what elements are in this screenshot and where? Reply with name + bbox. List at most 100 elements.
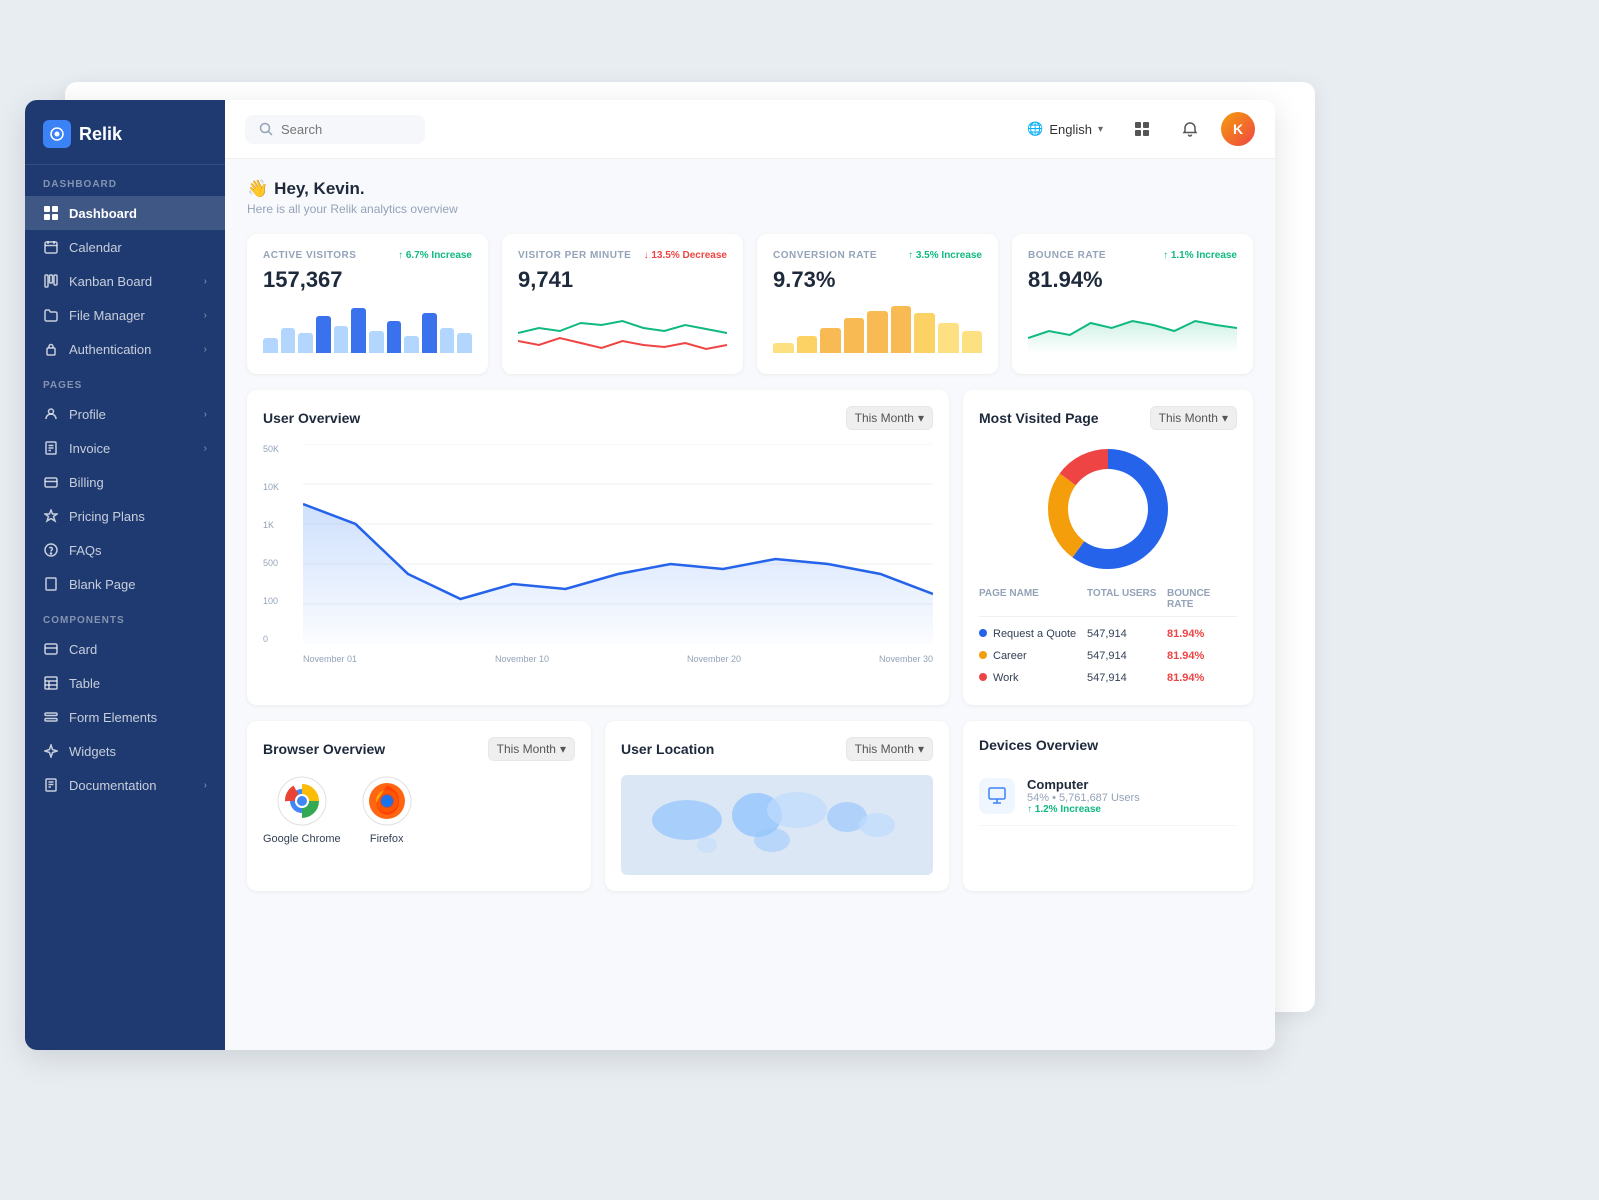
devices-overview-title: Devices Overview [979,737,1098,753]
sidebar-item-filemanager-label: File Manager [69,308,145,323]
sidebar-item-faqs[interactable]: FAQs [25,533,225,567]
firefox-label: Firefox [370,833,404,845]
sidebar-item-widgets-label: Widgets [69,744,116,759]
scroll-content: 👋 Hey, Kevin. Here is all your Relik ana… [225,159,1275,1050]
browser-icons: Google Chrome [263,775,575,845]
sidebar-item-calendar-label: Calendar [69,240,122,255]
sidebar-item-kanban[interactable]: Kanban Board › [25,264,225,298]
sidebar-item-docs[interactable]: Documentation › [25,768,225,802]
user-overview-header: User Overview This Month ▾ [263,406,933,430]
components-section-label: COMPONENTS [25,601,225,632]
sidebar-item-billing[interactable]: Billing [25,465,225,499]
most-visited-month-btn[interactable]: This Month ▾ [1150,406,1237,430]
sidebar: Relik DASHBOARD Dashboard Calendar Kanba… [25,100,225,1050]
map-placeholder [621,775,933,875]
bounce-line-chart [1028,303,1237,353]
sidebar-item-widgets[interactable]: Widgets [25,734,225,768]
device-sub-computer: 54% • 5,761,687 Users [1027,792,1140,804]
browser-item-chrome: Google Chrome [263,775,341,845]
dot-career [979,651,987,659]
sidebar-item-table-label: Table [69,676,100,691]
most-visited-header: Most Visited Page This Month ▾ [979,406,1237,430]
browser-period: This Month [497,742,556,756]
logo-icon [43,120,71,148]
computer-icon [979,778,1015,814]
browser-item-firefox: Firefox [361,775,413,845]
auth-icon [43,341,59,357]
month-chevron-icon: ▾ [918,411,924,425]
bounce-0: 81.94% [1167,628,1237,640]
bounce-1: 81.94% [1167,650,1237,662]
stat-label-perminute: VISITOR PER MINUTE [518,250,631,261]
language-button[interactable]: 🌐 English ▾ [1019,117,1111,141]
flag-emoji: 🌐 [1027,121,1043,137]
invoice-icon [43,440,59,456]
device-increase-computer: ↑ 1.2% Increase [1027,804,1140,815]
sidebar-item-blank[interactable]: Blank Page [25,567,225,601]
faqs-icon [43,542,59,558]
sidebar-item-filemanager[interactable]: File Manager › [25,298,225,332]
sidebar-item-pricing[interactable]: Pricing Plans [25,499,225,533]
profile-icon [43,406,59,422]
location-period: This Month [855,742,914,756]
dot-request [979,629,987,637]
browser-overview-month-btn[interactable]: This Month ▾ [488,737,575,761]
user-overview-svg [303,444,933,644]
stat-label-conversion: CONVERSION RATE [773,250,877,261]
sidebar-item-profile[interactable]: Profile › [25,397,225,431]
stat-label-bounce: BOUNCE RATE [1028,250,1106,261]
sidebar-item-dashboard[interactable]: Dashboard [25,196,225,230]
x-labels: November 01 November 10 November 20 Nove… [303,654,933,664]
sidebar-item-form[interactable]: Form Elements [25,700,225,734]
user-overview-month-btn[interactable]: This Month ▾ [846,406,933,430]
stat-label-visitors: ACTIVE VISITORS [263,250,356,261]
sidebar-item-invoice[interactable]: Invoice › [25,431,225,465]
bottom-section: Browser Overview This Month ▾ [247,721,1253,891]
user-location-title: User Location [621,741,714,757]
sidebar-item-authentication[interactable]: Authentication › [25,332,225,366]
docs-chevron-icon: › [204,780,207,791]
sidebar-item-card[interactable]: Card [25,632,225,666]
sidebar-item-table[interactable]: Table [25,666,225,700]
device-name-computer: Computer [1027,777,1140,792]
grid-view-button[interactable] [1125,112,1159,146]
search-input[interactable] [281,122,401,137]
table-row: Career 547,914 81.94% [979,645,1237,667]
sidebar-item-billing-label: Billing [69,475,104,490]
sidebar-item-kanban-label: Kanban Board [69,274,152,289]
dashboard-section-label: DASHBOARD [25,165,225,196]
search-box[interactable] [245,115,425,144]
user-avatar[interactable]: K [1221,112,1255,146]
browser-chevron-icon: ▾ [560,742,566,756]
header-right: 🌐 English ▾ K [1019,112,1255,146]
user-location-header: User Location This Month ▾ [621,737,933,761]
sidebar-item-dashboard-label: Dashboard [69,206,137,221]
widgets-icon [43,743,59,759]
sidebar-item-faqs-label: FAQs [69,543,102,558]
sidebar-item-calendar[interactable]: Calendar [25,230,225,264]
main-content: 🌐 English ▾ K 👋 Hey, Kevin. [225,100,1275,1050]
chrome-logo [276,775,328,827]
filemanager-chevron-icon: › [204,310,207,321]
col-total-users: TOTAL USERS [1087,588,1167,610]
card-icon [43,641,59,657]
stat-value-visitors: 157,367 [263,267,472,293]
perminute-line-chart [518,303,727,353]
sidebar-logo[interactable]: Relik [25,100,225,165]
browser-overview-card: Browser Overview This Month ▾ [247,721,591,891]
calendar-icon [43,239,59,255]
x-label-2: November 10 [495,654,549,664]
pages-section-label: PAGES [25,366,225,397]
sidebar-item-card-label: Card [69,642,97,657]
form-icon [43,709,59,725]
stats-grid: ACTIVE VISITORS ↑ 6.7% Increase 157,367 [247,234,1253,374]
pricing-icon [43,508,59,524]
user-overview-title: User Overview [263,410,360,426]
user-location-month-btn[interactable]: This Month ▾ [846,737,933,761]
search-icon [259,122,273,136]
sidebar-item-blank-label: Blank Page [69,577,136,592]
stat-trend-conversion: ↑ 3.5% Increase [908,250,982,261]
firefox-logo [361,775,413,827]
sidebar-item-profile-label: Profile [69,407,106,422]
notification-button[interactable] [1173,112,1207,146]
